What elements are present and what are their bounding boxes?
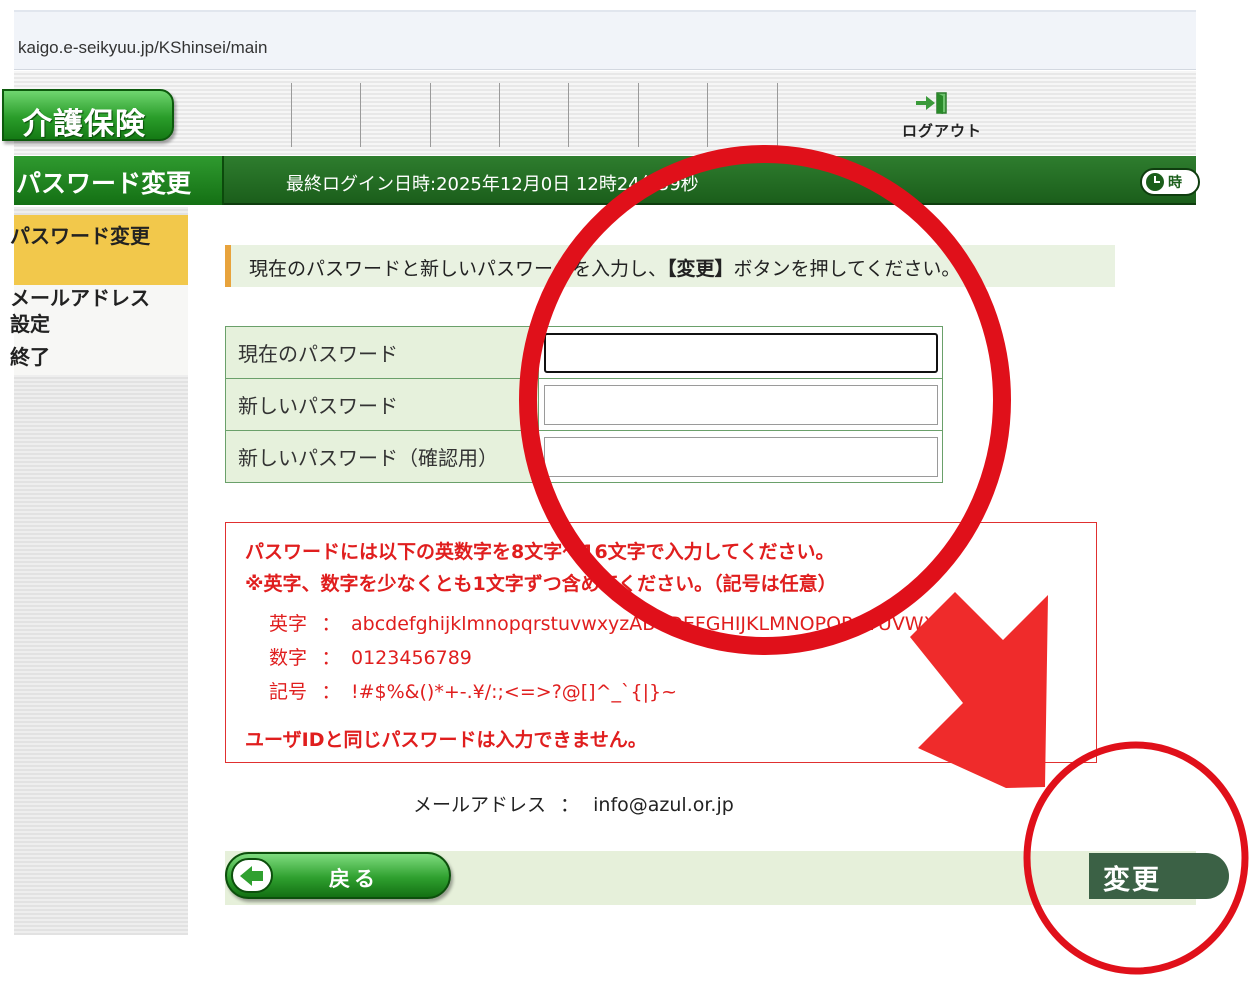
rules-note: ユーザIDと同じパスワードは入力できません。 (245, 729, 647, 751)
footer-bar: 戻る (225, 851, 1196, 905)
sym-sep: ： (321, 681, 341, 703)
alpha-key: 英字 (269, 613, 308, 635)
instruction-before: 現在のパスワードと新しいパスワードを入力し、 (249, 258, 668, 280)
change-button[interactable]: 変更 (1089, 853, 1229, 899)
sym-key: 記号 (269, 681, 308, 703)
menu-divider (707, 83, 708, 147)
email-value: info@azul.or.jp (593, 794, 734, 816)
clock-button[interactable]: 時 (1140, 168, 1200, 196)
menu-divider (568, 83, 569, 147)
new-password-label: 新しいパスワード (225, 378, 539, 431)
num-key: 数字 (269, 647, 308, 669)
alpha-value: abcdefghijklmnopqrstuvwxyzABCDEFGHIJKLMN… (351, 613, 962, 635)
back-button-label: 戻る (329, 867, 379, 891)
logout-label: ログアウト (901, 122, 982, 140)
instruction-box: 現在のパスワードと新しいパスワードを入力し、【変更】ボタンを押してください。 (225, 245, 1115, 287)
app-logo[interactable]: 介護保険 (2, 89, 174, 142)
url-text[interactable]: kaigo.e-seikyuu.jp/KShinsei/main (18, 38, 267, 58)
menu-divider (638, 83, 639, 147)
confirm-password-input[interactable] (544, 436, 938, 477)
form-row-new-password: 新しいパスワード (225, 378, 943, 431)
menu-divider (430, 83, 431, 147)
clock-icon (1146, 173, 1164, 191)
sidebar-item-exit[interactable]: 終了 (10, 344, 50, 370)
form-row-current-password: 現在のパスワード (225, 326, 943, 379)
last-login-text: 最終ログイン日時:2025年12月0日 12時24分39秒 (286, 170, 699, 196)
last-login-tail: 日 12時24分39秒 (552, 174, 699, 195)
rules-symbols: 記号 ： !#$%&()*+-.¥/:;<=>?@[]^_`{|}~ (269, 677, 677, 704)
sidebar: パスワード変更 メールアドレス 設定 終了 (10, 207, 188, 935)
back-button[interactable]: 戻る (225, 852, 451, 899)
password-rules-box: パスワードには以下の英数字を8文字～16文字で入力してください。 ※英字、数字を… (225, 522, 1097, 763)
menu-divider (499, 83, 500, 147)
back-arrow-icon (231, 858, 273, 893)
instruction-after: ボタンを押してください。 (733, 258, 961, 280)
email-label: メールアドレス (413, 794, 547, 816)
current-password-label: 現在のパスワード (225, 326, 539, 379)
alpha-sep: ： (321, 613, 341, 635)
title-bar: パスワード変更 最終ログイン日時:2025年12月0日 12時24分39秒 時 (14, 156, 1200, 205)
new-password-input[interactable] (544, 384, 938, 425)
instruction-bold: 【変更】 (667, 258, 734, 280)
logout-button[interactable]: ログアウト (894, 91, 990, 141)
rules-numbers: 数字 ： 0123456789 (269, 643, 472, 670)
menu-divider (777, 83, 778, 147)
instruction-text: 現在のパスワードと新しいパスワードを入力し、【変更】ボタンを押してください。 (249, 254, 960, 281)
browser-url-bar[interactable]: kaigo.e-seikyuu.jp/KShinsei/main (14, 10, 1196, 70)
rules-line-2: ※英字、数字を少なくとも1文字ずつ含めてください。（記号は任意） (245, 573, 837, 595)
email-sep: ： (560, 794, 580, 816)
page-title: パスワード変更 (16, 169, 192, 198)
num-sep: ： (321, 647, 341, 669)
sym-value: !#$%&()*+-.¥/:;<=>?@[]^_`{|}~ (351, 681, 678, 703)
sidebar-item-password-change-label[interactable]: パスワード変更 (10, 223, 150, 249)
current-password-input[interactable] (544, 332, 938, 373)
page: kaigo.e-seikyuu.jp/KShinsei/main 介護保険 ログ… (0, 0, 1254, 988)
clock-label: 時 (1168, 175, 1182, 191)
confirm-password-label: 新しいパスワード（確認用） (225, 430, 539, 483)
email-line: メールアドレス ： info@azul.or.jp (413, 790, 734, 817)
form-row-confirm-password: 新しいパスワード（確認用） (225, 430, 943, 483)
rules-line-1: パスワードには以下の英数字を8文字～16文字で入力してください。 (245, 541, 835, 563)
password-form: 現在のパスワード 新しいパスワード 新しいパスワード（確認用） (225, 326, 943, 483)
last-login-head: 最終ログイン日時:2025年12月0 (286, 174, 553, 195)
menu-divider (360, 83, 361, 147)
logout-icon (916, 92, 947, 114)
app-title: 介護保険 (22, 107, 146, 142)
rules-alpha: 英字 ： abcdefghijklmnopqrstuvwxyzABCDEFGHIJK… (269, 609, 961, 636)
menu-divider (291, 83, 292, 147)
sidebar-item-email-settings[interactable]: メールアドレス 設定 (10, 285, 150, 337)
num-value: 0123456789 (351, 647, 472, 669)
page-title-tab: パスワード変更 (14, 156, 224, 205)
change-button-label: 変更 (1103, 865, 1161, 896)
top-menu-bar: 介護保険 ログアウト (2, 71, 1196, 155)
